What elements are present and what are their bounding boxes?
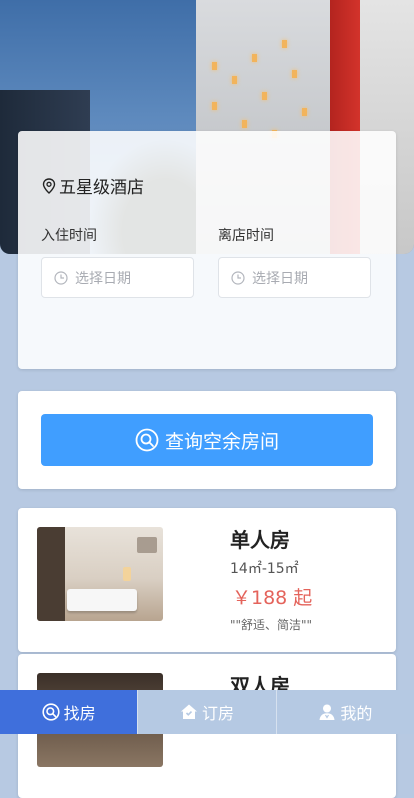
bottom-tab-bar: 找房 订房 我的 [0, 690, 414, 734]
search-icon [135, 428, 159, 452]
search-icon [42, 703, 60, 721]
location-pin-icon [42, 177, 56, 194]
tab-book-room[interactable]: 订房 [137, 690, 276, 734]
room-name: 单人房 [230, 528, 290, 552]
home-icon [180, 704, 197, 719]
location-text: 五星级酒店 [59, 178, 144, 198]
tab-find-room[interactable]: 找房 [0, 690, 138, 734]
query-button-label: 查询空余房间 [164, 430, 279, 453]
checkout-date-picker[interactable]: 选择日期 [218, 257, 371, 298]
clock-icon [231, 270, 245, 285]
location-row[interactable]: 五星级酒店 [42, 173, 144, 198]
tab-label: 找房 [63, 704, 96, 723]
checkin-date-picker[interactable]: 选择日期 [41, 257, 194, 298]
tab-label: 我的 [340, 704, 373, 723]
checkout-label: 离店时间 [218, 228, 274, 244]
clock-icon [54, 270, 68, 285]
query-rooms-button[interactable]: 查询空余房间 [41, 414, 373, 466]
room-description: ""舒适、简洁"" [230, 618, 313, 632]
checkin-placeholder: 选择日期 [75, 270, 131, 287]
tab-mine[interactable]: 我的 [275, 690, 414, 734]
checkin-label: 入住时间 [41, 228, 97, 244]
room-size: 14㎡-15㎡ [230, 561, 299, 577]
room-photo [37, 527, 163, 621]
checkout-placeholder: 选择日期 [252, 270, 308, 287]
user-icon [319, 704, 335, 720]
search-card: 五星级酒店 入住时间 离店时间 选择日期 选择日期 [18, 131, 396, 369]
room-price: ￥188 起 [232, 587, 313, 609]
query-card: 查询空余房间 [18, 391, 396, 489]
tab-label: 订房 [201, 704, 234, 723]
room-card-single[interactable]: 单人房 14㎡-15㎡ ￥188 起 ""舒适、简洁"" [18, 508, 396, 652]
